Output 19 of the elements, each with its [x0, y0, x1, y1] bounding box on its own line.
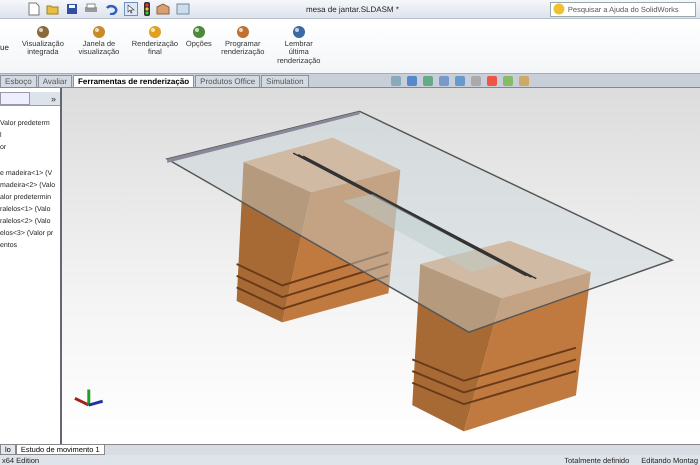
window-icon[interactable]	[176, 3, 190, 15]
ribbon-tab[interactable]: Ferramentas de renderização	[73, 75, 194, 87]
undo-icon[interactable]	[104, 3, 118, 15]
traffic-light-icon[interactable]	[144, 2, 150, 16]
open-folder-icon[interactable]	[46, 3, 60, 15]
ribbon-button[interactable]: ue	[0, 43, 9, 52]
ribbon-tab[interactable]: Simulation	[261, 75, 309, 87]
save-icon[interactable]	[66, 3, 78, 15]
cursor-icon[interactable]	[124, 2, 138, 16]
new-document-icon[interactable]	[28, 2, 40, 16]
panel-tab[interactable]	[0, 92, 30, 105]
printer-icon[interactable]	[84, 3, 98, 15]
collapse-button[interactable]: »	[50, 94, 60, 104]
ribbon-tab[interactable]: Esboço	[0, 75, 37, 87]
ribbon-tab[interactable]: Produtos Office	[195, 75, 260, 87]
axis-triad-icon	[74, 390, 104, 407]
box-icon[interactable]	[156, 3, 170, 15]
ribbon-tab[interactable]: Avaliar	[38, 75, 72, 87]
window-title: mesa de jantar.SLDASM *	[306, 4, 400, 14]
